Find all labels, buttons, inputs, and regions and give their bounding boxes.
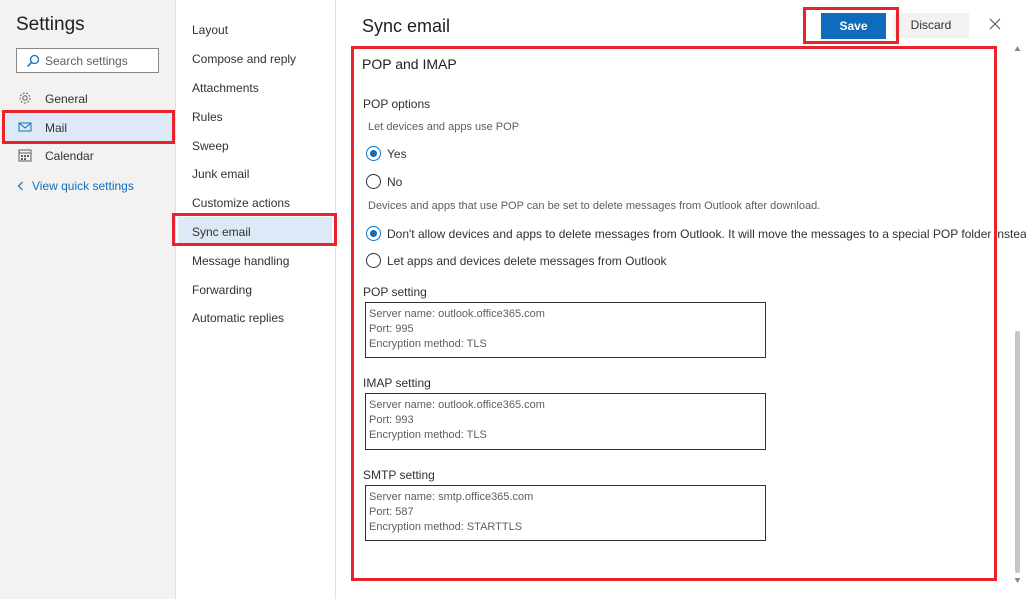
mail-nav-layout[interactable]: Layout [178, 15, 332, 42]
mail-nav-customize-actions[interactable]: Customize actions [178, 188, 332, 215]
search-box[interactable] [16, 48, 159, 73]
mail-nav-label: Automatic replies [192, 311, 285, 325]
sync-email-highlight-box [172, 213, 337, 246]
mail-nav-automatic-replies[interactable]: Automatic replies [178, 303, 332, 330]
mail-nav-label: Forwarding [192, 283, 253, 297]
mail-nav-rules[interactable]: Rules [178, 102, 332, 129]
mail-nav-label: Junk email [192, 167, 250, 181]
mail-nav-label: Message handling [192, 254, 290, 268]
settings-sidebar: Settings General Mail [0, 0, 176, 599]
mail-nav-label: Compose and reply [192, 52, 297, 66]
scroll-down-arrow-icon[interactable] [1014, 577, 1021, 584]
save-highlight-box [803, 7, 899, 44]
mail-nav-label: Attachments [192, 81, 259, 95]
sidebar-item-label: General [45, 92, 88, 106]
settings-dialog: Settings General Mail [0, 0, 1026, 599]
view-quick-settings-link[interactable]: View quick settings [16, 179, 134, 193]
chevron-left-icon [17, 181, 23, 191]
mail-nav-label: Customize actions [192, 196, 291, 210]
mail-nav-label: Rules [192, 110, 223, 124]
content-scrollbar[interactable] [1012, 45, 1023, 585]
sidebar-item-calendar[interactable]: Calendar [6, 141, 172, 169]
search-input[interactable] [45, 52, 155, 70]
calendar-icon [18, 149, 32, 162]
mail-nav-label: Sweep [192, 139, 229, 153]
mail-nav-forwarding[interactable]: Forwarding [178, 275, 332, 302]
settings-title: Settings [16, 14, 85, 35]
page-title: Sync email [362, 16, 451, 36]
pop-imap-highlight-box [351, 46, 997, 581]
mail-nav-sweep[interactable]: Sweep [178, 131, 332, 158]
gear-icon [19, 92, 31, 104]
mail-settings-nav: Layout Compose and reply Attachments Rul… [176, 0, 336, 599]
mail-nav-junk-email[interactable]: Junk email [178, 159, 332, 186]
mail-highlight-box [2, 110, 175, 144]
discard-button[interactable]: Discard [893, 13, 969, 38]
mail-nav-attachments[interactable]: Attachments [178, 73, 332, 100]
search-icon [26, 54, 40, 68]
mail-nav-compose-and-reply[interactable]: Compose and reply [178, 44, 332, 71]
close-icon[interactable] [987, 16, 1003, 32]
mail-nav-message-handling[interactable]: Message handling [178, 246, 332, 273]
sidebar-item-label: Calendar [45, 149, 94, 163]
mail-nav-label: Layout [192, 23, 229, 37]
scroll-thumb[interactable] [1015, 331, 1020, 573]
view-quick-settings-label: View quick settings [32, 179, 134, 193]
scroll-up-arrow-icon[interactable] [1014, 45, 1021, 52]
sidebar-item-general[interactable]: General [6, 84, 172, 112]
